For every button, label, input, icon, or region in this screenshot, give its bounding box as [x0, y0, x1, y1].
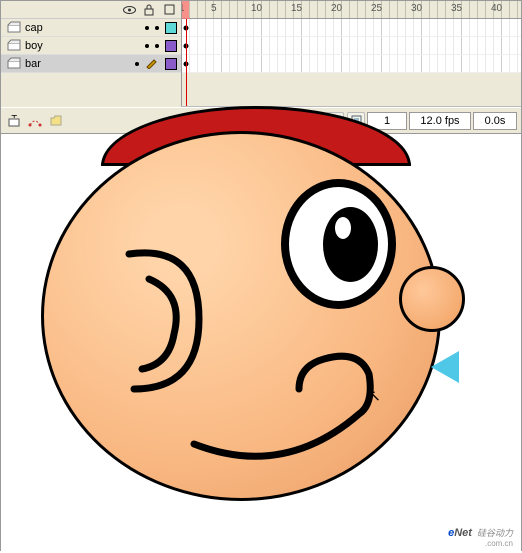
mouth-line [194, 356, 370, 456]
outline-icon[interactable] [162, 3, 176, 17]
layer-row-bar[interactable]: bar [1, 55, 181, 73]
layer-header [1, 1, 181, 19]
color-swatch[interactable] [165, 22, 177, 34]
ruler-tick-5: 5 [211, 3, 217, 14]
layer-name-label: bar [25, 58, 135, 70]
layer-row-boy[interactable]: boy [1, 37, 181, 55]
mouse-cursor: ↖ [368, 386, 381, 406]
frame-ruler[interactable]: 1510152025303540 [182, 1, 521, 19]
nose-shape [399, 266, 465, 332]
layer-panel: cap boy bar [1, 1, 182, 106]
frame-row[interactable] [182, 37, 521, 55]
frame-row[interactable] [182, 19, 521, 37]
color-swatch[interactable] [165, 40, 177, 52]
frame-row[interactable] [182, 55, 521, 73]
ruler-tick-30: 30 [411, 3, 422, 14]
layer-icon [7, 39, 21, 53]
visibility-dot[interactable] [135, 62, 139, 66]
whistle-shape [431, 351, 459, 383]
layer-row-cap[interactable]: cap [1, 19, 181, 37]
stage-canvas[interactable]: ↖ eNet 硅谷动力 .com.cn [1, 134, 521, 553]
ear-line [129, 253, 199, 389]
layer-toggles[interactable] [145, 22, 181, 34]
elapsed-field: 0.0s [473, 112, 517, 130]
pupil-shape [323, 207, 378, 282]
layer-icon [7, 57, 21, 71]
boy-artwork[interactable]: ↖ [21, 126, 441, 526]
layer-toggles[interactable] [145, 40, 181, 52]
head-shape [41, 131, 441, 501]
visibility-dot[interactable] [145, 44, 149, 48]
playhead-line [186, 19, 187, 106]
eye-highlight [335, 217, 351, 239]
watermark-sub: 硅谷动力 [477, 528, 513, 538]
eye-icon[interactable] [122, 3, 136, 17]
ruler-tick-35: 35 [451, 3, 462, 14]
lock-dot[interactable] [155, 26, 159, 30]
lock-dot[interactable] [155, 44, 159, 48]
watermark: eNet 硅谷动力 .com.cn [448, 520, 513, 547]
frames-panel[interactable]: 1510152025303540 [182, 1, 521, 106]
layer-name-label: boy [25, 40, 145, 52]
ruler-tick-1: 1 [182, 3, 185, 14]
visibility-dot[interactable] [145, 26, 149, 30]
ruler-tick-20: 20 [331, 3, 342, 14]
layer-name-label: cap [25, 22, 145, 34]
color-swatch[interactable] [165, 58, 177, 70]
lock-icon[interactable] [142, 3, 156, 17]
pencil-icon[interactable] [145, 57, 159, 71]
ruler-tick-10: 10 [251, 3, 262, 14]
ruler-tick-15: 15 [291, 3, 302, 14]
watermark-brand-net: Net [454, 527, 472, 539]
svg-text:+: + [11, 115, 17, 122]
watermark-domain: .com.cn [448, 541, 513, 547]
layer-icon [7, 21, 21, 35]
eye-shape [281, 179, 396, 309]
layer-toggles[interactable] [135, 57, 181, 71]
ruler-tick-25: 25 [371, 3, 382, 14]
ruler-tick-40: 40 [491, 3, 502, 14]
